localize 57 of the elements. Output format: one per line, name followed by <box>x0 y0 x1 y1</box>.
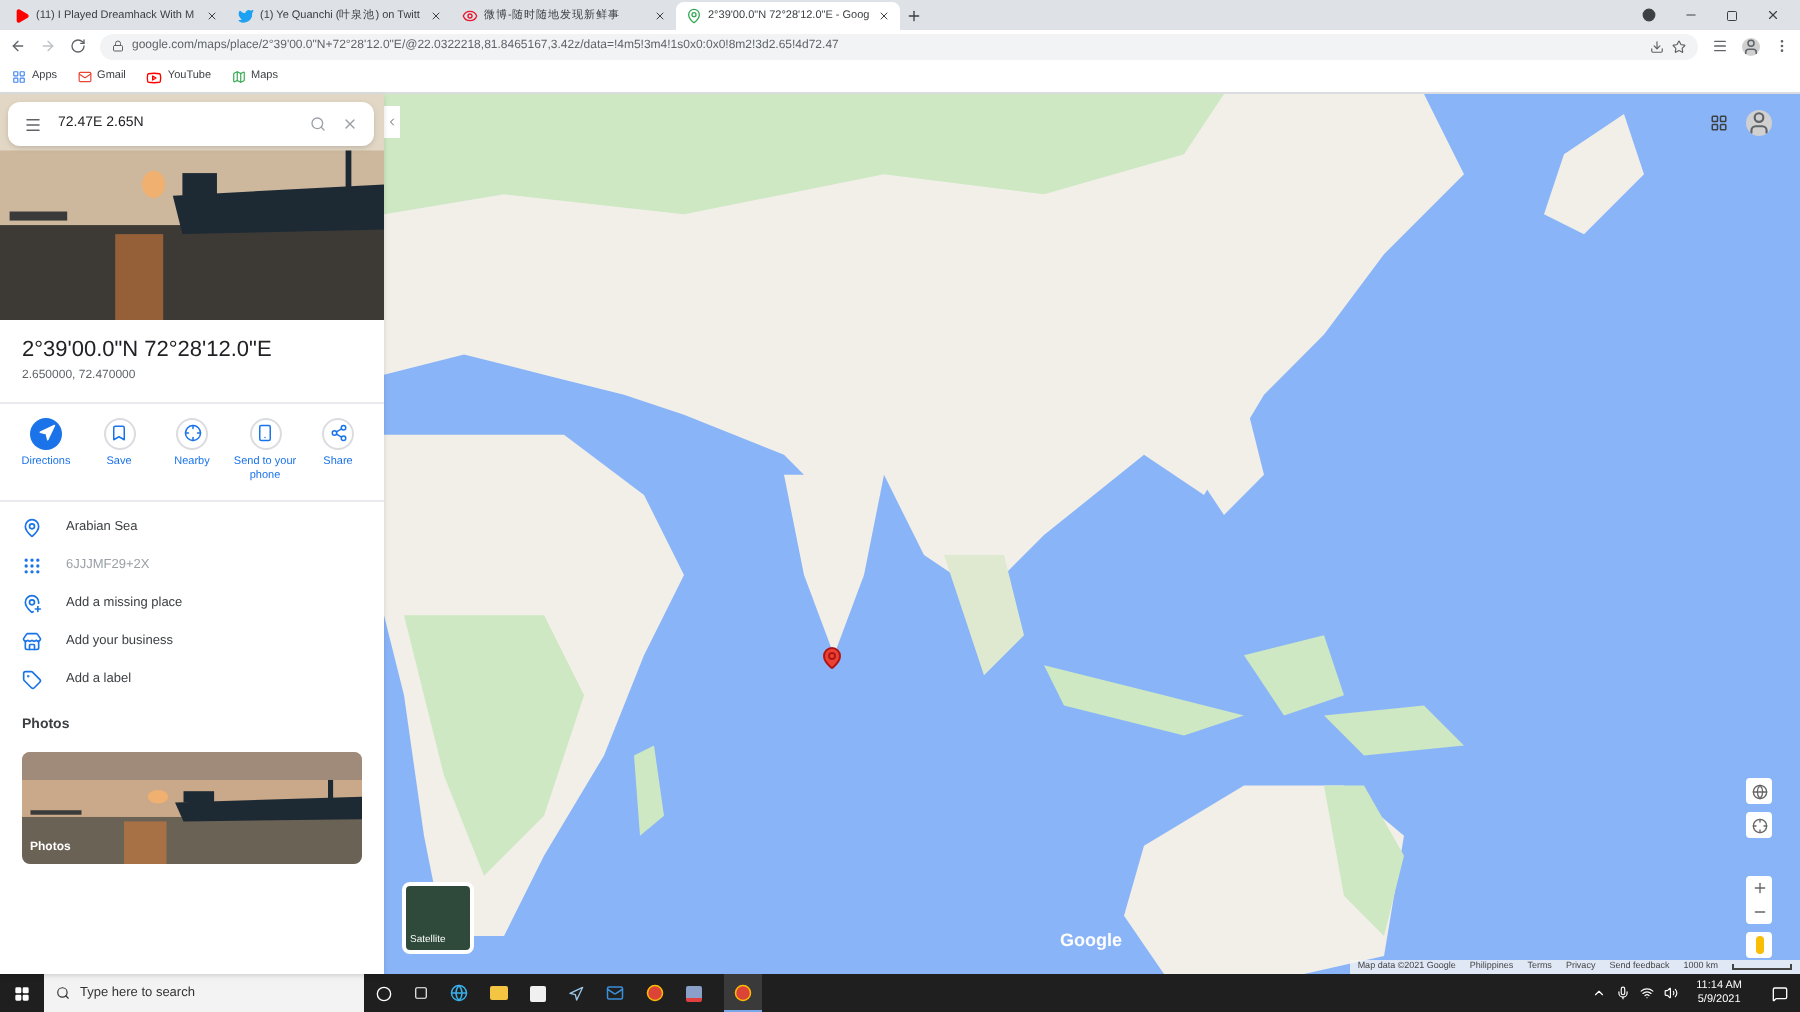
restore-icon[interactable] <box>1726 9 1738 21</box>
directions-icon <box>37 424 55 442</box>
close-icon[interactable] <box>878 10 890 22</box>
location-icon <box>22 518 42 538</box>
volume-icon[interactable] <box>1664 986 1679 1000</box>
dots-icon <box>22 556 42 576</box>
chrome-taskbar-item[interactable] <box>724 974 762 1012</box>
share-icon <box>329 424 347 442</box>
bookmark-icon <box>110 424 128 442</box>
bird-icon <box>238 8 254 24</box>
reload-icon[interactable] <box>70 38 86 54</box>
eye-icon <box>462 8 478 24</box>
windows-icon[interactable] <box>14 985 30 1001</box>
search-icon <box>56 986 70 1000</box>
play-icon <box>14 8 30 24</box>
network-icon[interactable] <box>1640 986 1655 1000</box>
add-place-icon <box>22 594 42 614</box>
cortana-icon[interactable] <box>376 985 392 1001</box>
list-icon[interactable] <box>1712 38 1728 54</box>
globe-button[interactable] <box>1746 778 1772 804</box>
task-view-icon[interactable] <box>414 986 428 1000</box>
play-icon <box>145 69 162 85</box>
new-tab-icon[interactable] <box>906 8 922 24</box>
record-icon[interactable] <box>1642 8 1656 22</box>
notifications-icon[interactable] <box>1772 985 1788 1001</box>
pegman-icon <box>1755 936 1763 954</box>
place-title: 2°39'00.0"N 72°28'12.0"E <box>22 336 274 366</box>
location-button[interactable] <box>1746 812 1772 838</box>
apps-icon[interactable] <box>1710 114 1728 132</box>
map-icon <box>231 70 246 84</box>
avatar-icon[interactable] <box>1742 37 1760 55</box>
back-icon[interactable] <box>10 38 26 54</box>
scale-bar <box>1732 964 1792 970</box>
google-logo: Google <box>1060 927 1122 954</box>
install-icon[interactable] <box>1650 39 1664 53</box>
globe-icon <box>1751 783 1767 799</box>
close-icon[interactable] <box>1766 8 1780 22</box>
store-icon <box>22 632 42 652</box>
tag-icon <box>22 670 42 690</box>
star-icon[interactable] <box>1672 39 1686 53</box>
mail-icon[interactable] <box>606 984 624 1002</box>
target-icon <box>183 424 201 442</box>
phone-icon <box>256 424 274 442</box>
lock-icon <box>112 40 124 52</box>
microphone-icon[interactable] <box>1616 986 1631 1000</box>
close-icon[interactable] <box>654 10 666 22</box>
mail-icon <box>77 70 92 84</box>
browser-icon[interactable] <box>450 984 468 1002</box>
map-pin-icon[interactable] <box>820 642 844 674</box>
close-icon[interactable] <box>430 10 442 22</box>
grid-icon <box>12 70 26 84</box>
location-icon <box>1751 817 1767 833</box>
close-icon[interactable] <box>206 10 218 22</box>
app-icon[interactable] <box>686 985 702 1001</box>
chevron-up-icon[interactable] <box>1592 986 1607 1000</box>
chevron-left-icon <box>386 116 398 128</box>
map-pin-icon <box>686 8 702 24</box>
